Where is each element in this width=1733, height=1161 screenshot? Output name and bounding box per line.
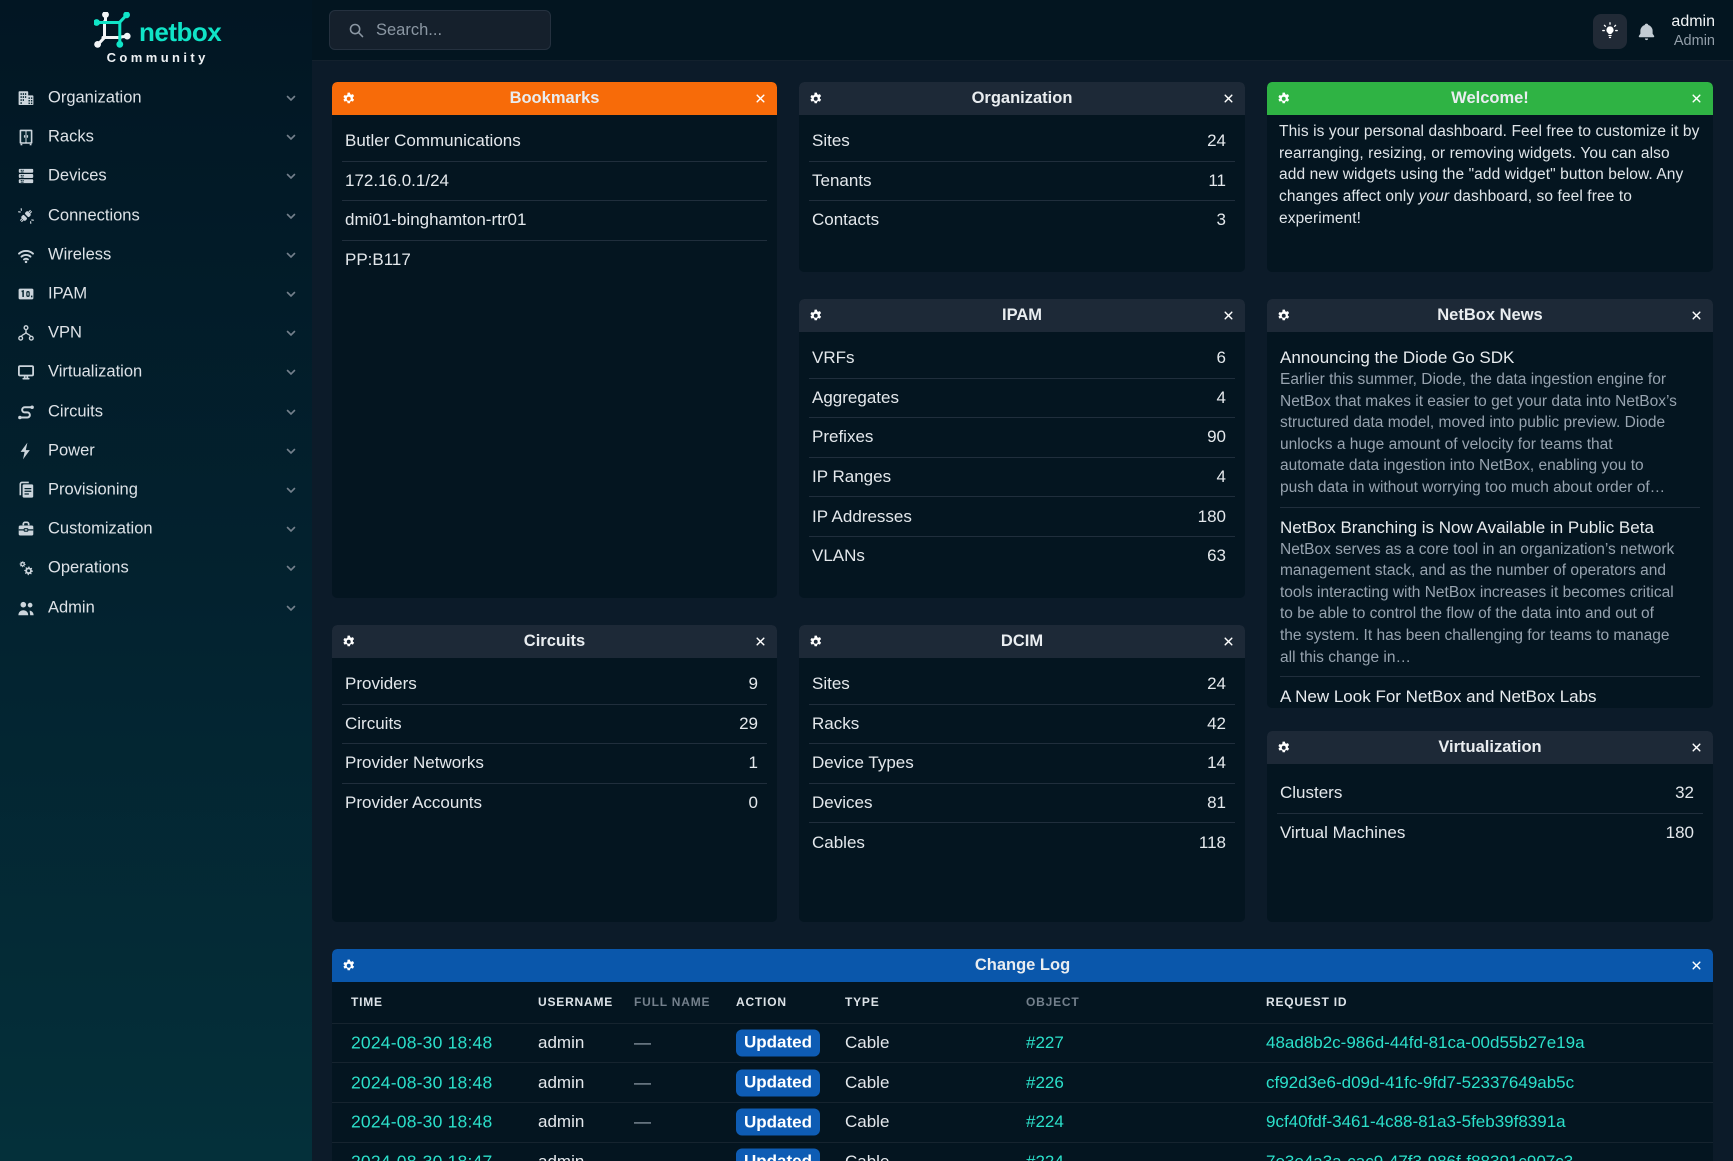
svg-text:netbox: netbox [139,17,222,47]
